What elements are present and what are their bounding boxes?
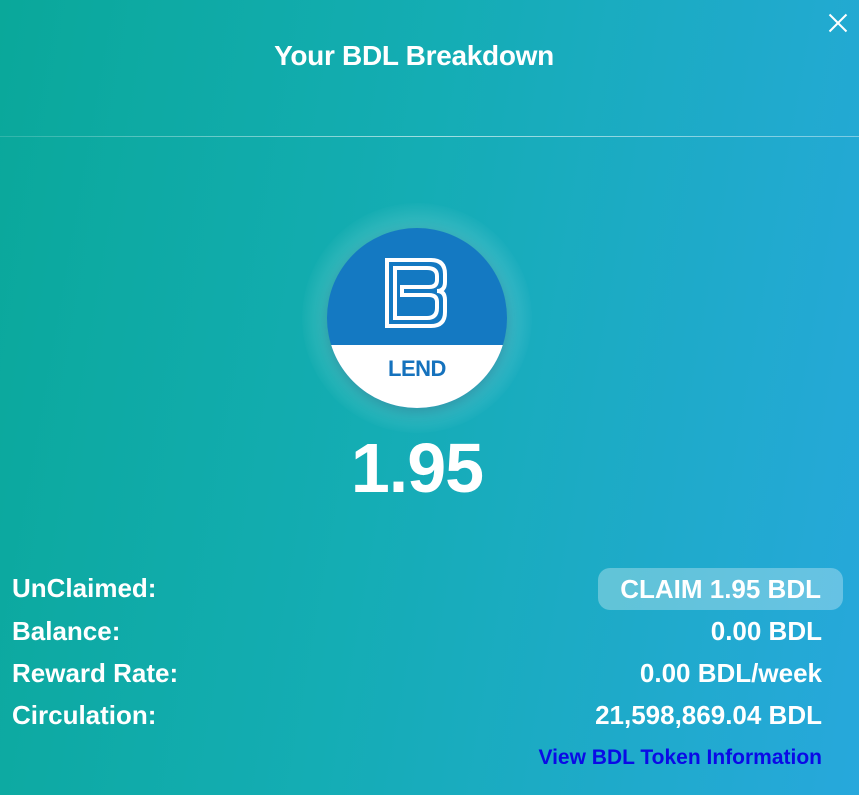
bdl-breakdown-modal: Your BDL Breakdown LEND 1.95 UnClaimed: … xyxy=(0,0,859,795)
reward-rate-row: Reward Rate: 0.00 BDL/week xyxy=(12,655,822,691)
unclaimed-label: UnClaimed: xyxy=(12,573,157,603)
token-badge-label: LEND xyxy=(388,356,446,381)
circulation-label: Circulation: xyxy=(12,700,157,730)
header-divider xyxy=(0,136,859,137)
close-icon[interactable] xyxy=(827,12,849,34)
reward-rate-value: 0.00 BDL/week xyxy=(639,658,822,688)
balance-label: Balance: xyxy=(12,616,121,646)
balance-value: 0.00 BDL xyxy=(710,616,822,646)
token-info-link[interactable]: View BDL Token Information xyxy=(538,746,822,770)
balance-row: Balance: 0.00 BDL xyxy=(12,613,822,649)
circulation-row: Circulation: 21,598,869.04 BDL xyxy=(12,697,822,733)
token-amount: 1.95 xyxy=(350,429,484,507)
reward-rate-label: Reward Rate: xyxy=(12,658,179,688)
claim-button[interactable]: CLAIM 1.95 BDL xyxy=(598,568,843,610)
modal-title: Your BDL Breakdown xyxy=(274,40,554,71)
unclaimed-row: UnClaimed: CLAIM 1.95 BDL xyxy=(12,568,843,610)
circulation-value: 21,598,869.04 BDL xyxy=(595,700,822,730)
bdl-token-badge: LEND xyxy=(327,228,507,408)
